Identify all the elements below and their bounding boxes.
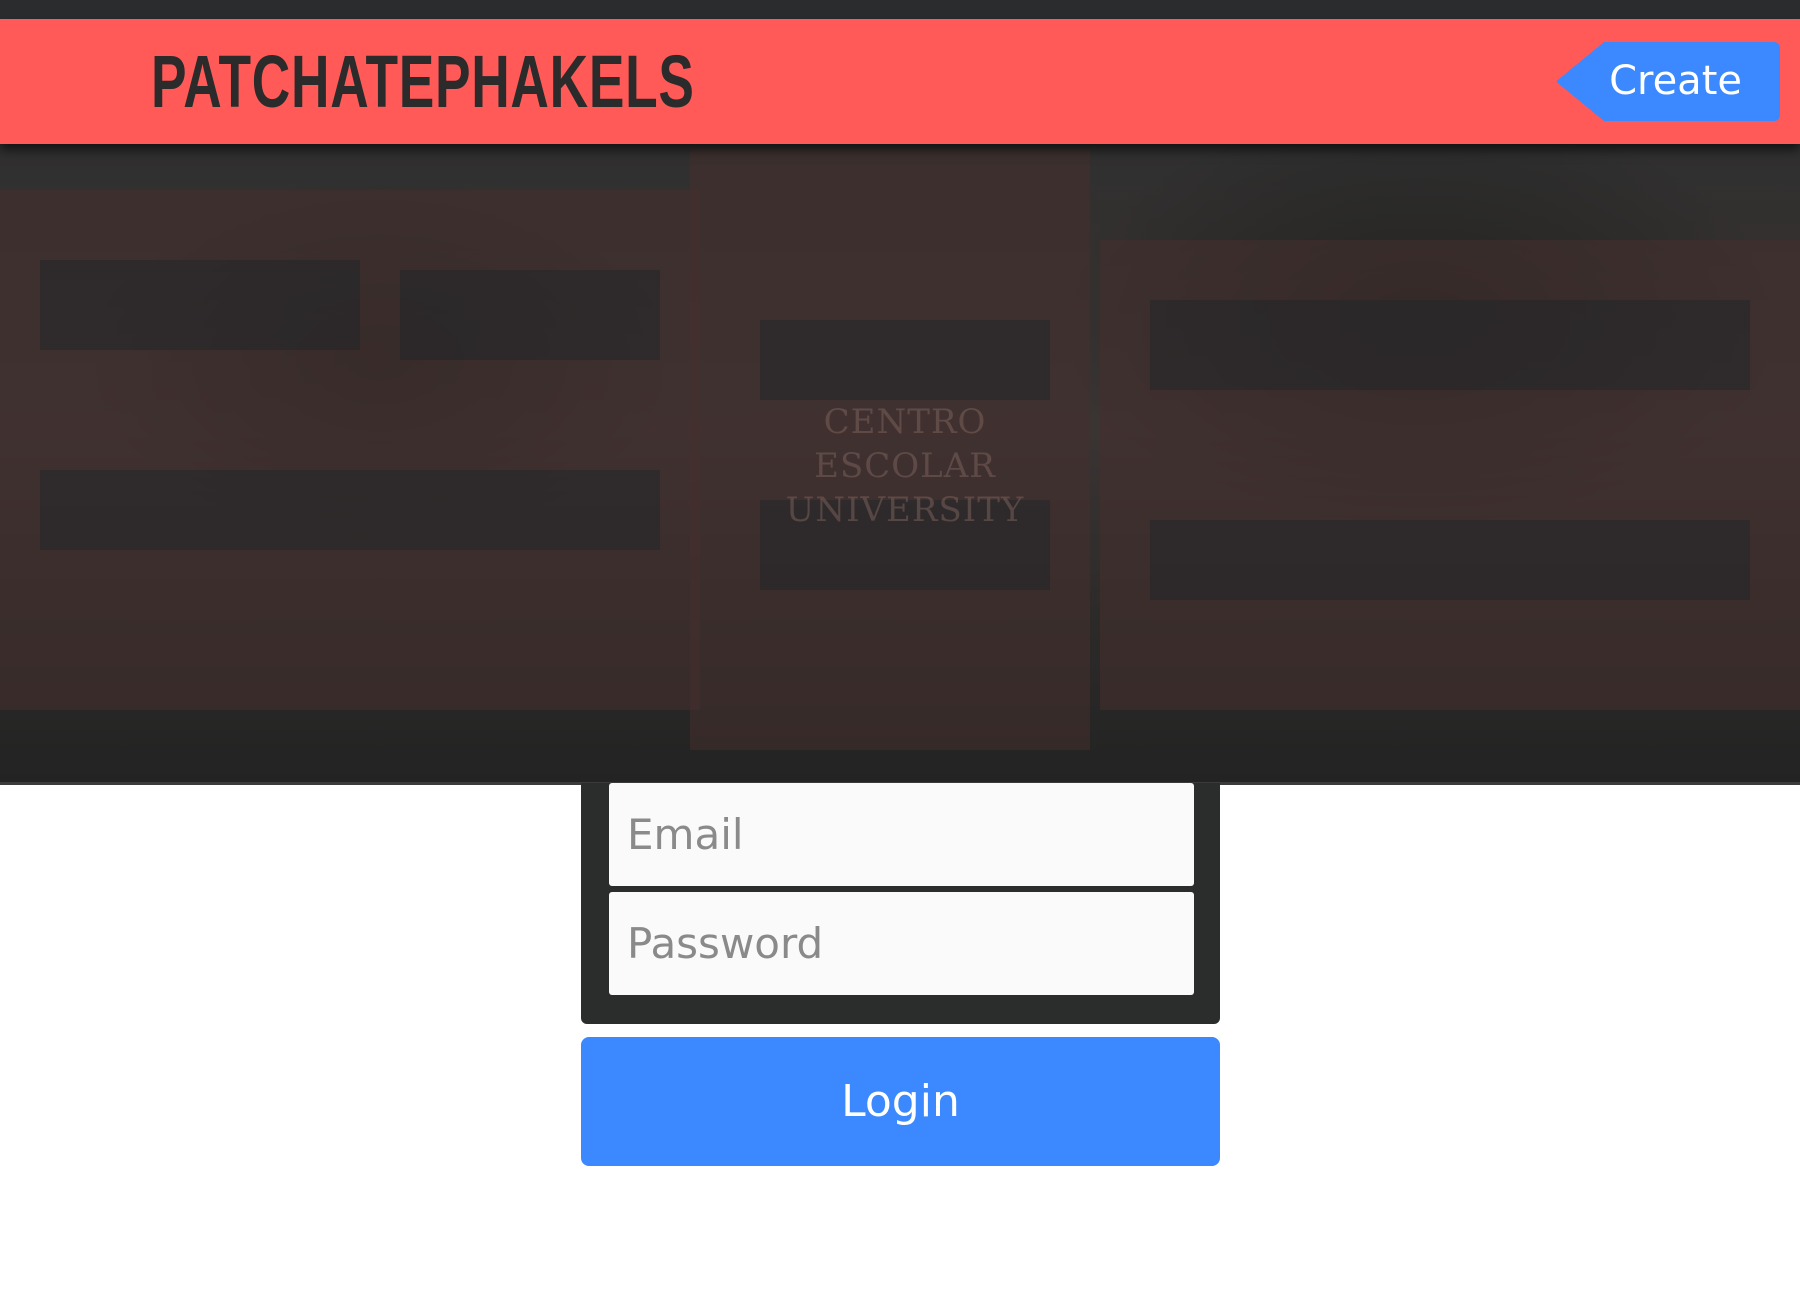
login-form — [581, 783, 1220, 1024]
hero-sign-line1: CENTRO ESCOLAR — [814, 402, 996, 486]
hero-sign-line2: UNIVERSITY — [785, 490, 1025, 530]
top-strip — [0, 0, 1800, 19]
hero-sign: CENTRO ESCOLAR UNIVERSITY — [760, 400, 1050, 532]
page: CENTRO ESCOLAR UNIVERSITY PATCHATEPHAKEL… — [0, 0, 1800, 1296]
password-input[interactable] — [609, 892, 1194, 995]
login-button[interactable]: Login — [581, 1037, 1220, 1166]
email-input[interactable] — [609, 783, 1194, 886]
brand-logo[interactable]: PATCHATEPHAKELS — [151, 42, 695, 122]
